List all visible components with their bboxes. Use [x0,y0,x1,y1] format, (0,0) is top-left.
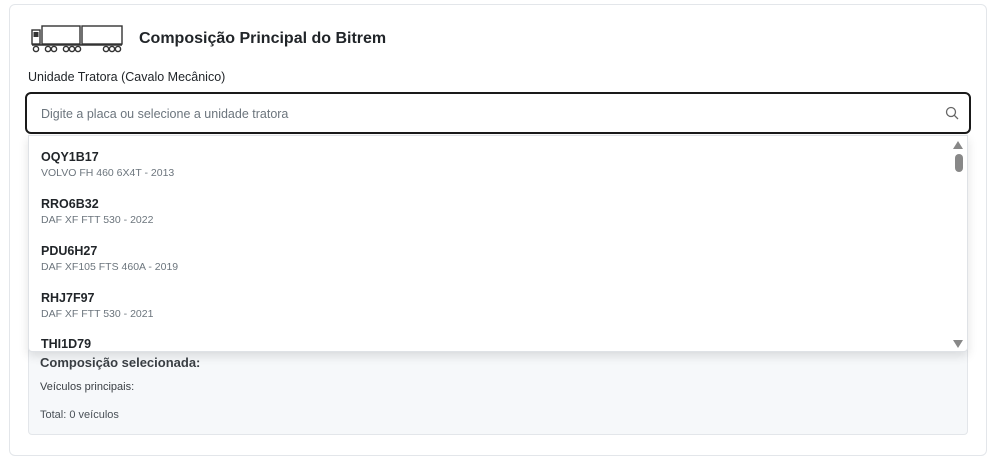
option-plate: RRO6B32 [41,197,99,211]
list-item[interactable]: THI1D79 [41,337,92,351]
option-description: DAF XF105 FTS 460A - 2019 [41,261,179,273]
option-description: DAF XF FTT 530 - 2022 [41,214,154,226]
search-placeholder: Digite a placa ou selecione a unidade tr… [41,107,289,121]
list-item[interactable]: PDU6H27 DAF XF105 FTS 460A - 2019 [41,244,178,273]
scrollbar-thumb[interactable] [955,154,963,172]
section-title: Composição Principal do Bitrem [139,30,387,47]
total-vehicles: Total: 0 veículos [40,409,119,421]
section-header [30,22,124,56]
option-plate: OQY1B17 [41,150,99,164]
list-item[interactable]: RRO6B32 DAF XF FTT 530 - 2022 [41,197,153,226]
option-description: VOLVO FH 460 6X4T - 2013 [41,167,175,179]
scroll-down-arrow-icon[interactable] [953,340,963,348]
option-description: DAF XF FTT 530 - 2021 [41,308,154,320]
tractor-unit-search-input[interactable]: Digite a placa ou selecione a unidade tr… [25,92,971,134]
bitrem-truck-icon [31,25,123,53]
option-plate: PDU6H27 [41,244,98,258]
search-icon [945,106,959,120]
option-plate: RHJ7F97 [41,291,95,305]
main-vehicles-label: Veículos principais: [40,381,135,393]
selected-composition-panel: Composição selecionada: Veículos princip… [28,340,968,435]
selected-composition-title: Composição selecionada: [40,355,201,370]
tractor-unit-label: Unidade Tratora (Cavalo Mecânico) [28,70,226,84]
tractor-unit-dropdown[interactable]: OQY1B17 VOLVO FH 460 6X4T - 2013 RRO6B32… [28,135,968,352]
list-item[interactable]: OQY1B17 VOLVO FH 460 6X4T - 2013 [41,150,174,179]
option-plate: THI1D79 [41,337,92,351]
list-item[interactable]: RHJ7F97 DAF XF FTT 530 - 2021 [41,291,153,320]
scroll-up-arrow-icon[interactable] [953,141,963,149]
